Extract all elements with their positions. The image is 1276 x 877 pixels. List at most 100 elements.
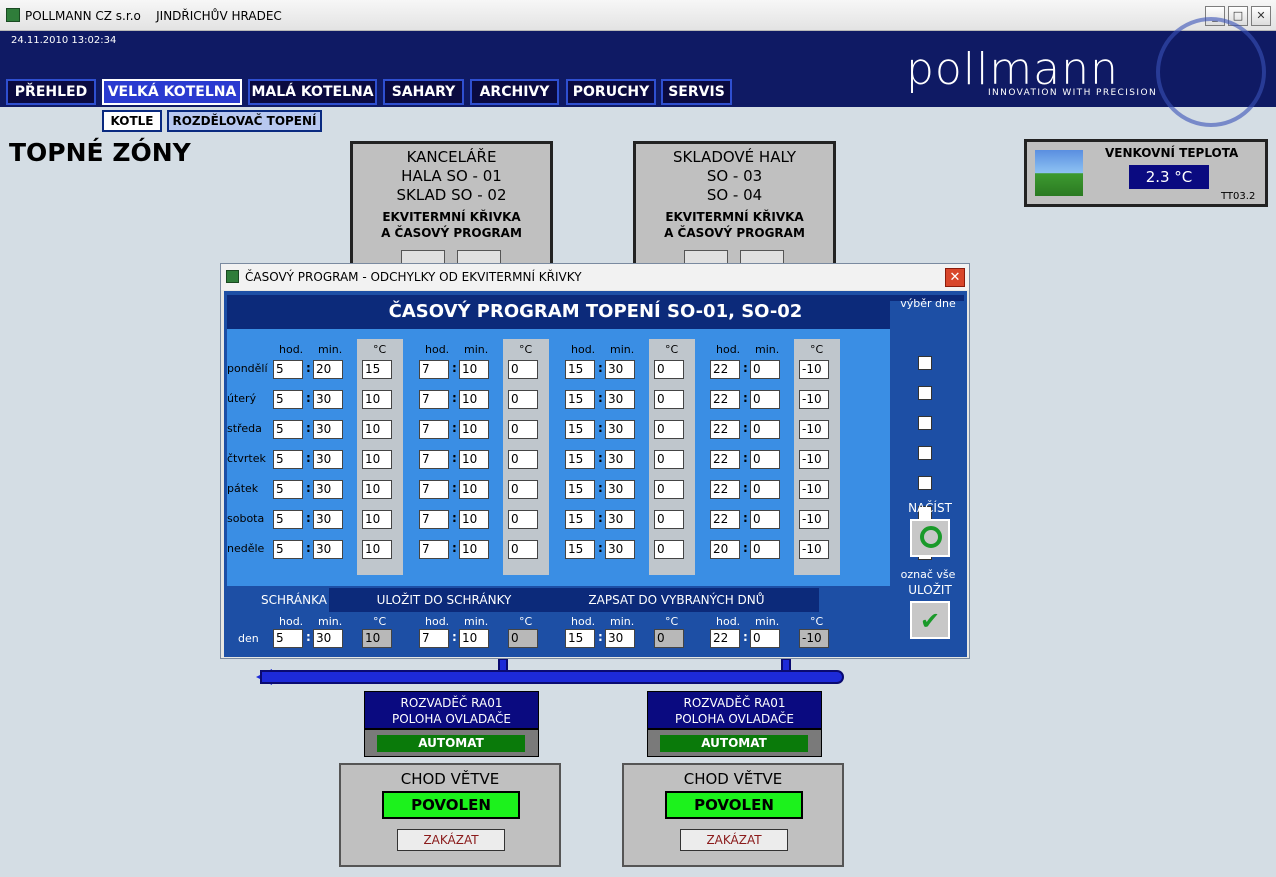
- minute-input[interactable]: 30: [313, 510, 343, 529]
- temperature-input[interactable]: 10: [362, 480, 392, 499]
- minute-input[interactable]: 30: [605, 480, 635, 499]
- minute-input[interactable]: 30: [313, 390, 343, 409]
- tab-servis[interactable]: SERVIS: [661, 79, 732, 105]
- minute-input[interactable]: 20: [313, 360, 343, 379]
- hour-input[interactable]: 7: [419, 510, 449, 529]
- hour-input[interactable]: 22: [710, 390, 740, 409]
- tab-mala-kotelna[interactable]: MALÁ KOTELNA: [248, 79, 377, 105]
- temperature-input[interactable]: 15: [362, 360, 392, 379]
- minute-input[interactable]: 0: [750, 390, 780, 409]
- hour-input[interactable]: 7: [419, 390, 449, 409]
- hour-input[interactable]: 7: [419, 360, 449, 379]
- minute-input[interactable]: 30: [313, 540, 343, 559]
- clipboard-hour-input[interactable]: 22: [710, 629, 740, 648]
- dialog-close-button[interactable]: ✕: [945, 268, 965, 287]
- hour-input[interactable]: 22: [710, 360, 740, 379]
- minute-input[interactable]: 30: [313, 420, 343, 439]
- subtab-kotle[interactable]: KOTLE: [102, 110, 162, 132]
- minute-input[interactable]: 0: [750, 420, 780, 439]
- minute-input[interactable]: 10: [459, 450, 489, 469]
- minute-input[interactable]: 30: [605, 390, 635, 409]
- day-select-checkbox[interactable]: [918, 446, 932, 460]
- tab-sahary[interactable]: SAHARY: [383, 79, 464, 105]
- temperature-input[interactable]: 0: [508, 360, 538, 379]
- hour-input[interactable]: 15: [565, 540, 595, 559]
- hour-input[interactable]: 22: [710, 420, 740, 439]
- temperature-input[interactable]: 0: [654, 450, 684, 469]
- temperature-input[interactable]: 0: [654, 480, 684, 499]
- save-to-clipboard-button[interactable]: ULOŽIT DO SCHRÁNKY: [329, 588, 559, 612]
- hour-input[interactable]: 22: [710, 450, 740, 469]
- hour-input[interactable]: 5: [273, 510, 303, 529]
- temperature-input[interactable]: -10: [799, 540, 829, 559]
- temperature-input[interactable]: 10: [362, 510, 392, 529]
- minute-input[interactable]: 10: [459, 420, 489, 439]
- temperature-input[interactable]: 10: [362, 390, 392, 409]
- hour-input[interactable]: 5: [273, 450, 303, 469]
- hour-input[interactable]: 5: [273, 360, 303, 379]
- day-select-checkbox[interactable]: [918, 356, 932, 370]
- temperature-input[interactable]: 0: [654, 360, 684, 379]
- minute-input[interactable]: 10: [459, 540, 489, 559]
- temperature-input[interactable]: 0: [508, 510, 538, 529]
- write-to-selected-days-button[interactable]: ZAPSAT DO VYBRANÝCH DNŮ: [534, 588, 819, 612]
- temperature-input[interactable]: 10: [362, 420, 392, 439]
- load-button[interactable]: [910, 519, 950, 557]
- hour-input[interactable]: 22: [710, 510, 740, 529]
- close-window-button[interactable]: ✕: [1251, 6, 1271, 26]
- subtab-rozdelovac-topeni[interactable]: ROZDĚLOVAČ TOPENÍ: [167, 110, 322, 132]
- enabled-status-button[interactable]: POVOLEN: [382, 791, 520, 819]
- clipboard-minute-input[interactable]: 0: [750, 629, 780, 648]
- clipboard-hour-input[interactable]: 15: [565, 629, 595, 648]
- hour-input[interactable]: 15: [565, 450, 595, 469]
- clipboard-hour-input[interactable]: 7: [419, 629, 449, 648]
- hour-input[interactable]: 20: [710, 540, 740, 559]
- tab-velka-kotelna[interactable]: VELKÁ KOTELNA: [102, 79, 242, 105]
- minute-input[interactable]: 30: [605, 360, 635, 379]
- temperature-input[interactable]: 0: [654, 390, 684, 409]
- save-button[interactable]: ✔: [910, 601, 950, 639]
- clipboard-minute-input[interactable]: 30: [313, 629, 343, 648]
- temperature-input[interactable]: 0: [508, 480, 538, 499]
- temperature-input[interactable]: 0: [508, 390, 538, 409]
- temperature-input[interactable]: 0: [508, 450, 538, 469]
- hour-input[interactable]: 7: [419, 450, 449, 469]
- temperature-input[interactable]: -10: [799, 390, 829, 409]
- temperature-input[interactable]: 10: [362, 450, 392, 469]
- minute-input[interactable]: 0: [750, 480, 780, 499]
- hour-input[interactable]: 15: [565, 510, 595, 529]
- tab-archivy[interactable]: ARCHIVY: [470, 79, 559, 105]
- tab-prehled[interactable]: PŘEHLED: [6, 79, 96, 105]
- clipboard-minute-input[interactable]: 10: [459, 629, 489, 648]
- clipboard-hour-input[interactable]: 5: [273, 629, 303, 648]
- hour-input[interactable]: 15: [565, 360, 595, 379]
- day-select-checkbox[interactable]: [918, 416, 932, 430]
- hour-input[interactable]: 15: [565, 390, 595, 409]
- hour-input[interactable]: 5: [273, 390, 303, 409]
- minute-input[interactable]: 10: [459, 510, 489, 529]
- hour-input[interactable]: 22: [710, 480, 740, 499]
- hour-input[interactable]: 15: [565, 480, 595, 499]
- temperature-input[interactable]: -10: [799, 480, 829, 499]
- clipboard-minute-input[interactable]: 30: [605, 629, 635, 648]
- hour-input[interactable]: 5: [273, 420, 303, 439]
- day-select-checkbox[interactable]: [918, 476, 932, 490]
- disable-button[interactable]: ZAKÁZAT: [680, 829, 788, 851]
- minute-input[interactable]: 0: [750, 540, 780, 559]
- minute-input[interactable]: 30: [605, 540, 635, 559]
- minute-input[interactable]: 30: [605, 450, 635, 469]
- minute-input[interactable]: 10: [459, 480, 489, 499]
- minute-input[interactable]: 10: [459, 360, 489, 379]
- hour-input[interactable]: 7: [419, 420, 449, 439]
- temperature-input[interactable]: 0: [508, 420, 538, 439]
- minute-input[interactable]: 0: [750, 510, 780, 529]
- minute-input[interactable]: 30: [605, 510, 635, 529]
- enabled-status-button[interactable]: POVOLEN: [665, 791, 803, 819]
- minute-input[interactable]: 0: [750, 450, 780, 469]
- minute-input[interactable]: 0: [750, 360, 780, 379]
- hour-input[interactable]: 7: [419, 540, 449, 559]
- temperature-input[interactable]: 0: [654, 420, 684, 439]
- tab-poruchy[interactable]: PORUCHY: [566, 79, 656, 105]
- hour-input[interactable]: 7: [419, 480, 449, 499]
- minute-input[interactable]: 10: [459, 390, 489, 409]
